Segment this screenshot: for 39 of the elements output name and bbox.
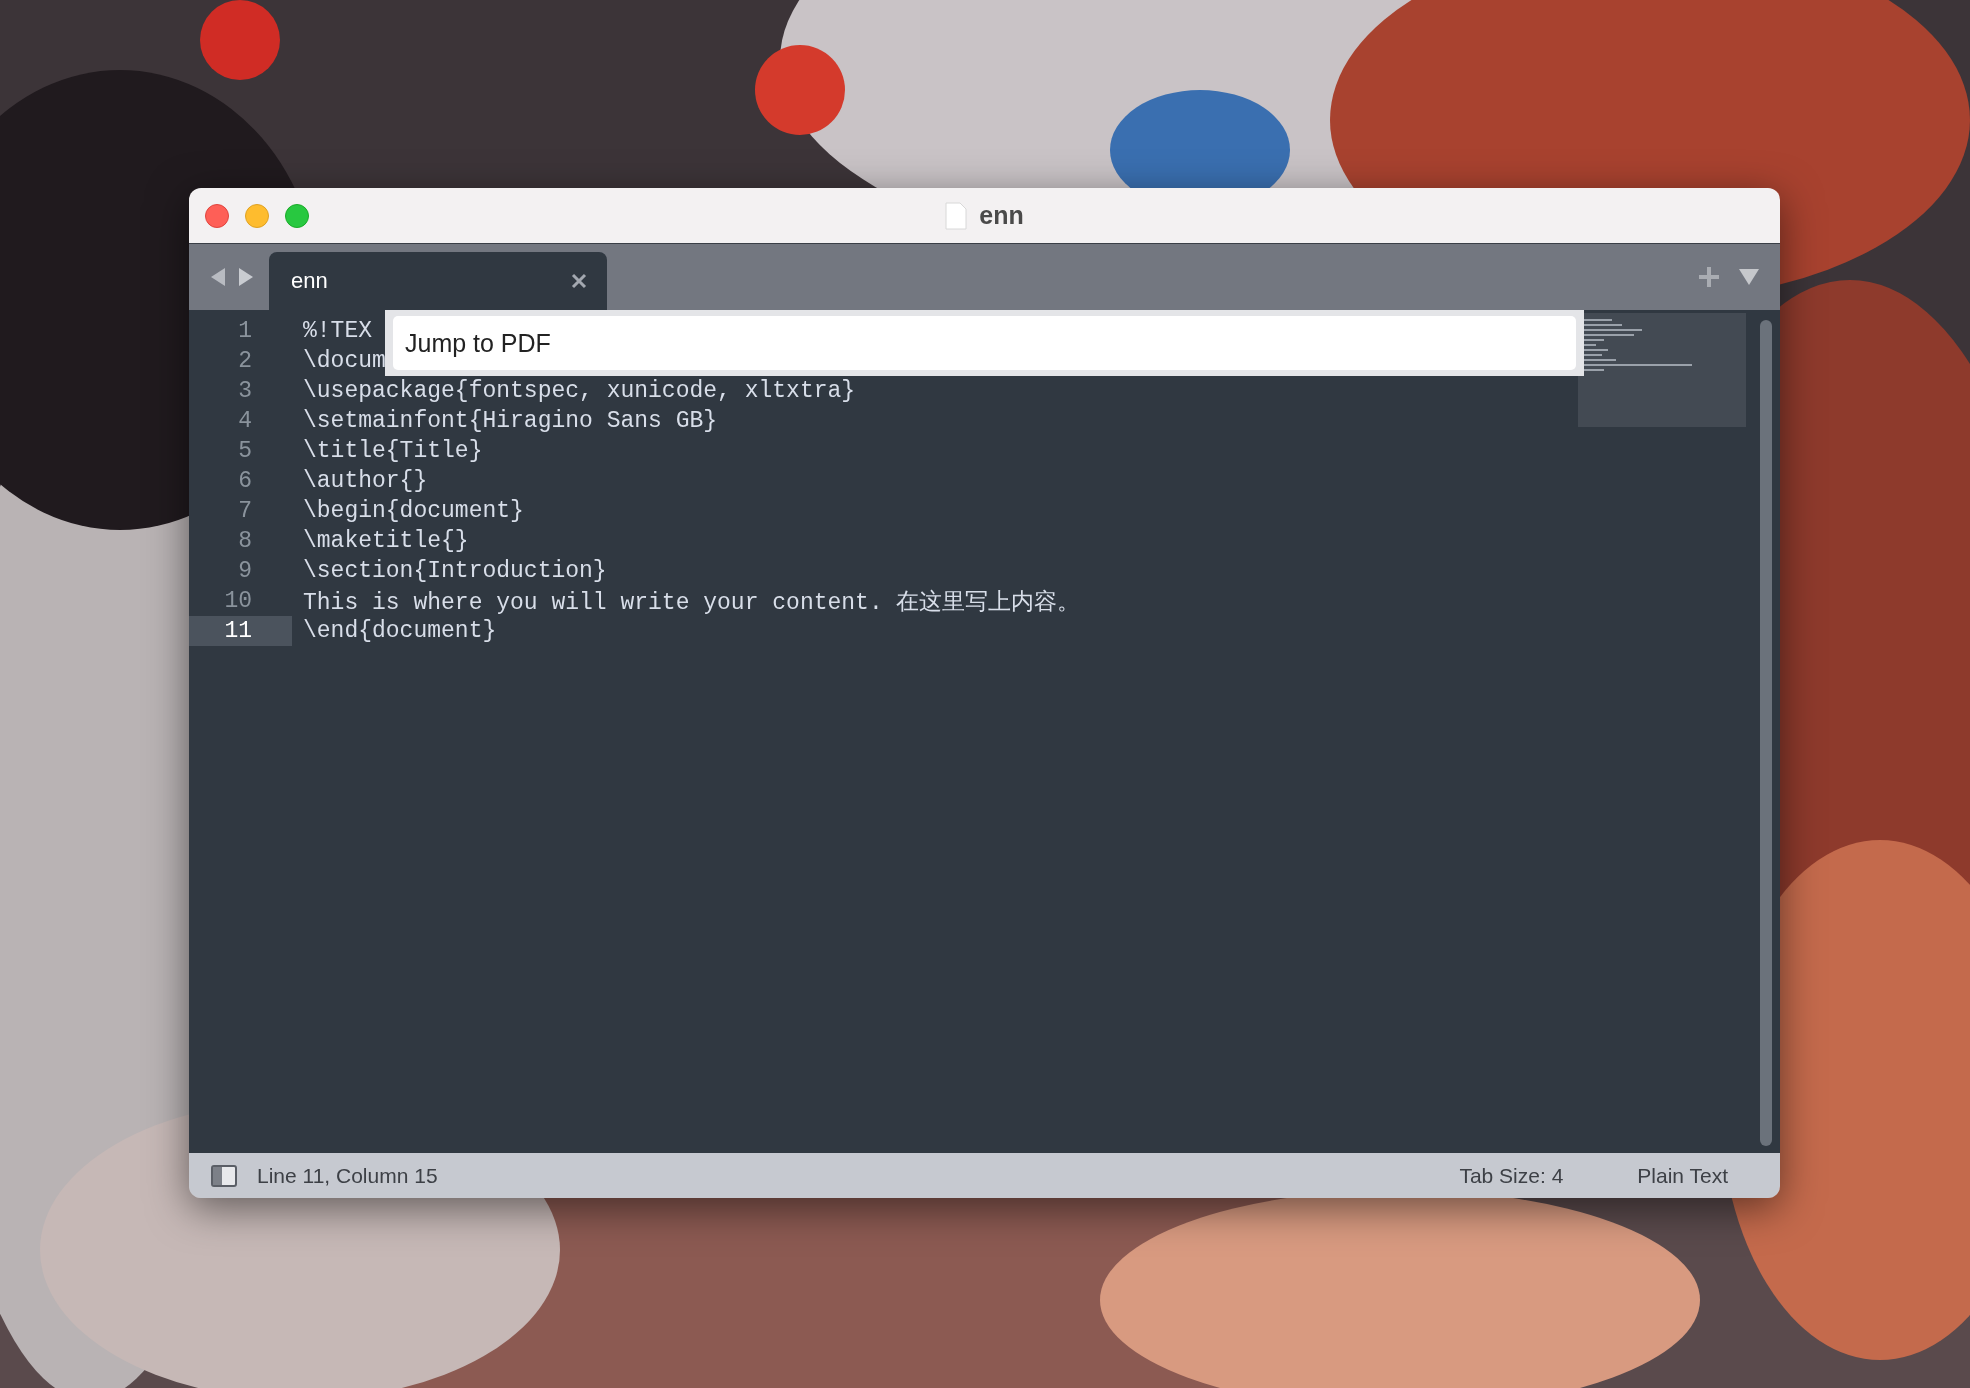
line-number: 7 <box>237 497 253 526</box>
line-number: 2 <box>237 347 253 376</box>
sidebar-toggle-icon[interactable] <box>211 1164 237 1187</box>
plus-icon[interactable] <box>1698 266 1720 288</box>
line-number: 8 <box>237 527 253 556</box>
code-line: \author{} <box>302 468 428 494</box>
minimize-button[interactable] <box>245 203 269 228</box>
close-icon[interactable] <box>571 273 587 289</box>
code-line: \docum <box>302 348 386 374</box>
code-line: \section{Introduction} <box>302 558 607 584</box>
document-icon <box>945 201 968 230</box>
code-line: \maketitle{} <box>302 528 469 554</box>
scrollbar[interactable] <box>1760 320 1772 1146</box>
line-number: 3 <box>237 377 253 406</box>
dropdown-icon[interactable] <box>1738 268 1760 286</box>
window-title: enn <box>979 201 1024 230</box>
code-line: \setmainfont{Hiragino Sans GB} <box>302 408 718 434</box>
file-tab[interactable]: enn <box>269 252 607 310</box>
forward-arrow-icon[interactable] <box>237 267 255 287</box>
line-number: 9 <box>237 557 253 586</box>
line-number: 5 <box>237 437 253 466</box>
code-line: %!TEX <box>302 318 372 344</box>
line-number: 6 <box>237 467 253 496</box>
code-line: \usepackage{fontspec, xunicode, xltxtra} <box>302 378 856 404</box>
code-line: \end{document} <box>302 618 497 644</box>
code-line: \begin{document} <box>302 498 524 524</box>
syntax-mode[interactable]: Plain Text <box>1637 1163 1728 1188</box>
zoom-button[interactable] <box>285 203 309 228</box>
line-number: 10 <box>223 587 253 616</box>
back-arrow-icon[interactable] <box>209 267 227 287</box>
line-number: 1 <box>237 317 253 346</box>
line-number: 11 <box>189 616 292 646</box>
code-line: \title{Title} <box>302 438 483 464</box>
line-number: 4 <box>237 407 253 436</box>
command-input[interactable]: Jump to PDF <box>393 316 1576 370</box>
cursor-position: Line 11, Column 15 <box>257 1163 438 1188</box>
close-button[interactable] <box>205 203 229 228</box>
code-line: This is where you will write your content. 在这里写上内容。 <box>302 588 1081 617</box>
tab-size[interactable]: Tab Size: 4 <box>1459 1163 1564 1188</box>
